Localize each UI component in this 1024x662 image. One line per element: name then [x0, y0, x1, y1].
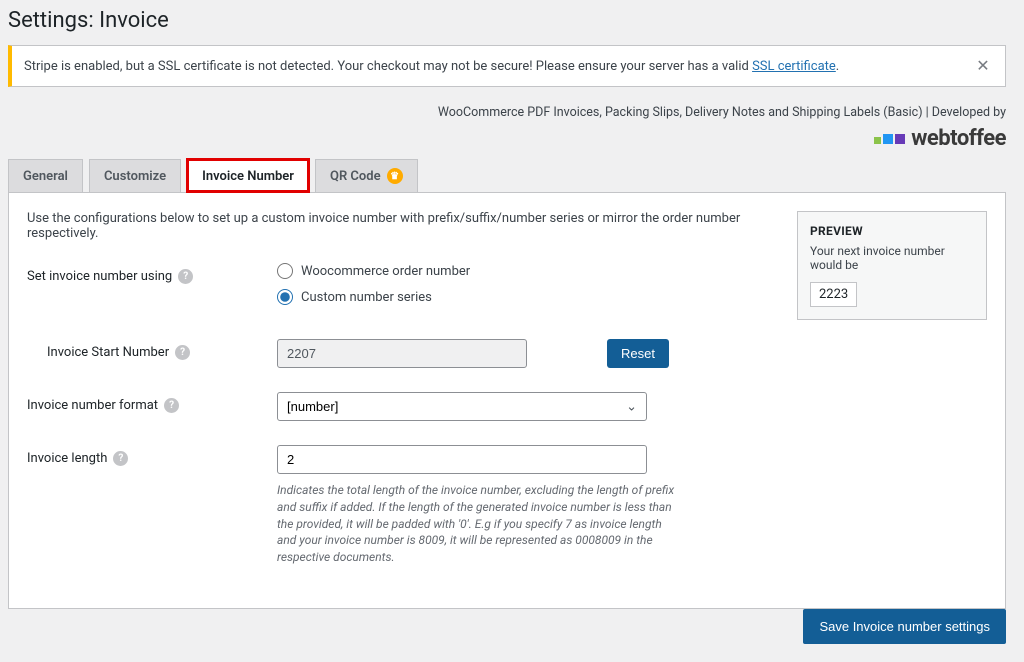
settings-tabs: General Customize Invoice Number QR Code… [8, 159, 1006, 192]
close-icon: ✕ [976, 56, 989, 76]
intro-text: Use the configurations below to set up a… [27, 211, 777, 241]
start-number-label: Invoice Start Number ? [27, 339, 277, 360]
tab-customize[interactable]: Customize [89, 159, 181, 192]
radio-custom-label: Custom number series [301, 290, 432, 305]
preview-desc: Your next invoice number would be [810, 244, 974, 272]
save-settings-button[interactable]: Save Invoice number settings [803, 609, 1006, 644]
invoice-length-input[interactable] [277, 445, 647, 474]
radio-woocommerce[interactable]: Woocommerce order number [277, 263, 697, 279]
developed-by-line: WooCommerce PDF Invoices, Packing Slips,… [8, 105, 1006, 120]
preview-number: 2223 [810, 282, 857, 307]
radio-custom-input[interactable] [277, 289, 293, 305]
length-help-text: Indicates the total length of the invoic… [277, 482, 677, 566]
ssl-notice: Stripe is enabled, but a SSL certificate… [8, 45, 1006, 87]
dismiss-notice-button[interactable]: ✕ [973, 56, 993, 76]
logo-icon [874, 134, 905, 144]
ssl-certificate-link[interactable]: SSL certificate [752, 59, 836, 74]
tab-qr-code[interactable]: QR Code ♛ [315, 159, 418, 192]
radio-woocommerce-input[interactable] [277, 263, 293, 279]
invoice-start-number-input[interactable] [277, 339, 527, 368]
preview-title: PREVIEW [810, 224, 974, 238]
notice-text: Stripe is enabled, but a SSL certificate… [24, 59, 839, 74]
invoice-format-select[interactable]: [number] [277, 392, 647, 421]
radio-custom[interactable]: Custom number series [277, 289, 697, 305]
preview-box: PREVIEW Your next invoice number would b… [797, 211, 987, 320]
tab-qr-code-label: QR Code [330, 169, 381, 184]
radio-woocommerce-label: Woocommerce order number [301, 264, 470, 279]
tab-invoice-number[interactable]: Invoice Number [187, 159, 309, 192]
help-icon[interactable]: ? [113, 451, 128, 466]
help-icon[interactable]: ? [178, 269, 193, 284]
reset-button[interactable]: Reset [607, 339, 669, 368]
help-icon[interactable]: ? [164, 398, 179, 413]
tab-general[interactable]: General [8, 159, 83, 192]
webtoffee-logo: webtoffee [874, 126, 1006, 151]
page-title: Settings: Invoice [8, 0, 1006, 45]
settings-panel: Use the configurations below to set up a… [8, 192, 1006, 609]
format-label: Invoice number format ? [27, 392, 277, 413]
length-label: Invoice length ? [27, 445, 277, 466]
help-icon[interactable]: ? [175, 345, 190, 360]
notice-text-after: . [836, 59, 839, 74]
set-using-label: Set invoice number using ? [27, 263, 277, 284]
logo-text: webtoffee [911, 126, 1006, 151]
notice-text-before: Stripe is enabled, but a SSL certificate… [24, 59, 752, 74]
crown-icon: ♛ [387, 168, 403, 184]
